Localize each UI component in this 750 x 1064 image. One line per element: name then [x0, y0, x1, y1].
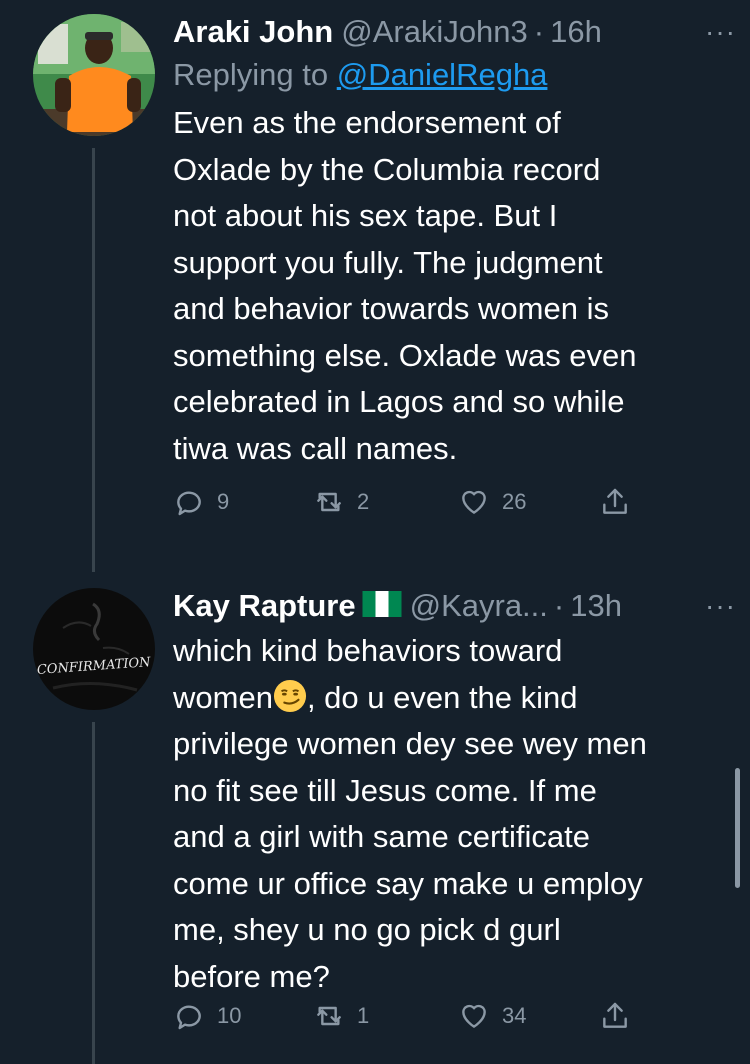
reply-button[interactable]: 10	[173, 1000, 241, 1032]
separator: ·	[553, 588, 565, 623]
avatar[interactable]	[33, 14, 155, 136]
reply-icon	[177, 1005, 201, 1030]
tweet-header: Araki John @ArakiJohn3 · 16h ···	[173, 12, 735, 52]
share-icon	[603, 1002, 627, 1028]
more-options-icon[interactable]: ···	[705, 586, 736, 626]
reply-count: 10	[217, 1003, 242, 1028]
author-name[interactable]: Araki John	[173, 12, 333, 52]
retweet-count: 1	[357, 1003, 370, 1028]
person-photo-icon	[33, 14, 155, 136]
scrollbar[interactable]	[735, 768, 740, 888]
heart-icon	[462, 1004, 486, 1028]
share-button[interactable]	[599, 486, 631, 518]
like-count: 26	[502, 489, 527, 514]
author-name[interactable]: Kay Rapture	[173, 586, 356, 626]
share-button[interactable]	[599, 1000, 631, 1032]
replying-to-label: Replying to	[173, 57, 329, 92]
separator: ·	[533, 14, 545, 49]
retweet-icon	[317, 1006, 341, 1026]
reply-count: 9	[217, 489, 230, 514]
tweet-text: which kind behaviors toward women, do u …	[173, 628, 723, 1000]
confirmation-logo-icon: CONFIRMATION	[33, 588, 155, 710]
nigeria-flag-icon	[362, 591, 402, 617]
avatar[interactable]: CONFIRMATION	[33, 588, 155, 710]
author-handle[interactable]: @Kayra...	[410, 586, 548, 626]
like-button[interactable]: 34	[458, 1000, 526, 1032]
replying-to: Replying to @DanielRegha	[173, 52, 723, 98]
more-options-icon[interactable]: ···	[705, 12, 736, 52]
replying-to-handle-link[interactable]: @DanielRegha	[337, 57, 548, 92]
retweet-icon	[317, 492, 341, 512]
tweet-araki-john[interactable]: Araki John @ArakiJohn3 · 16h ··· Replyin…	[0, 0, 750, 572]
tweet-kay-rapture[interactable]: CONFIRMATION Kay Rapture @Kayra... · 13h…	[0, 570, 750, 1064]
smirking-face-emoji	[273, 679, 306, 712]
thread-line	[92, 722, 95, 1064]
author-handle[interactable]: @ArakiJohn3	[341, 12, 528, 52]
heart-icon	[462, 490, 486, 514]
like-count: 34	[502, 1003, 527, 1028]
like-button[interactable]: 26	[458, 486, 526, 518]
retweet-button[interactable]: 1	[313, 1000, 369, 1032]
tweet-text: Even as the endorsement of Oxlade by the…	[173, 105, 637, 466]
reply-button[interactable]: 9	[173, 486, 229, 518]
tweet-text-part-2: , do u even the kind privilege women dey…	[173, 679, 647, 994]
timestamp[interactable]: 16h	[550, 12, 602, 52]
thread-line	[92, 148, 95, 572]
share-icon	[603, 488, 627, 514]
timestamp[interactable]: 13h	[570, 586, 622, 626]
tweet-header: Kay Rapture @Kayra... · 13h ···	[173, 586, 735, 626]
retweet-count: 2	[357, 489, 370, 514]
retweet-button[interactable]: 2	[313, 486, 369, 518]
reply-icon	[177, 491, 201, 516]
